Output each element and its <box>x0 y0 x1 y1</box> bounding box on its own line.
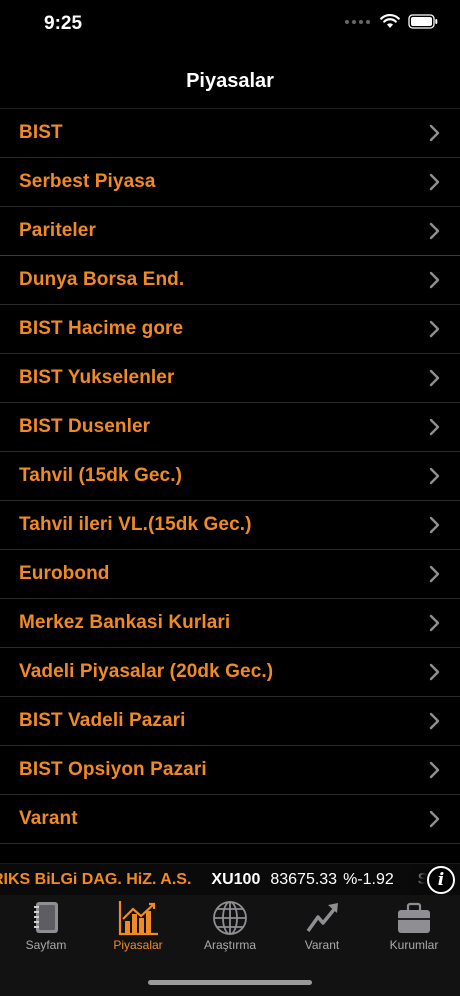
menu-item-label: Tahvil (15dk Gec.) <box>19 465 183 486</box>
menu-item-label: BIST Opsiyon Pazari <box>19 759 207 780</box>
chevron-right-icon <box>429 565 440 583</box>
menu-item-bist[interactable]: BIST <box>0 109 460 158</box>
menu-item-bist-dusenler[interactable]: BIST Dusenler <box>0 403 460 452</box>
tab-varant[interactable]: Varant <box>276 899 368 959</box>
menu-item-label: Tahvil ileri VL.(15dk Gec.) <box>19 514 252 535</box>
menu-item-bist-vadeli-pazari[interactable]: BIST Vadeli Pazari <box>0 697 460 746</box>
chevron-right-icon <box>429 369 440 387</box>
chevron-right-icon <box>429 614 440 632</box>
info-icon[interactable]: i <box>427 866 455 894</box>
menu-item-vadeli-piyasalar[interactable]: Vadeli Piyasalar (20dk Gec.) <box>0 648 460 697</box>
markets-menu-list: BIST Serbest Piyasa Pariteler Dunya Bors… <box>0 108 460 844</box>
tab-arastirma[interactable]: Araştırma <box>184 899 276 959</box>
notebook-icon <box>34 902 58 933</box>
chevron-right-icon <box>429 516 440 534</box>
menu-item-merkez-bankasi[interactable]: Merkez Bankasi Kurlari <box>0 599 460 648</box>
tab-label: Araştırma <box>203 938 256 952</box>
chevron-right-icon <box>429 712 440 730</box>
chevron-right-icon <box>429 663 440 681</box>
status-bar: 9:25 <box>0 0 460 50</box>
menu-item-bist-opsiyon-pazari[interactable]: BIST Opsiyon Pazari <box>0 746 460 795</box>
menu-item-label: Merkez Bankasi Kurlari <box>19 612 231 633</box>
menu-item-label: BIST Dusenler <box>19 416 151 437</box>
chevron-right-icon <box>429 761 440 779</box>
chevron-right-icon <box>429 271 440 289</box>
ticker-change: %-1.92 <box>343 870 394 888</box>
status-icons <box>345 14 438 29</box>
menu-item-label: Vadeli Piyasalar (20dk Gec.) <box>19 661 274 682</box>
globe-icon <box>213 901 247 935</box>
market-ticker[interactable]: RIKS BiLGi DAG. HiZ. A.S. XU100 83675.33… <box>0 863 460 895</box>
menu-item-tahvil[interactable]: Tahvil (15dk Gec.) <box>0 452 460 501</box>
home-indicator[interactable] <box>148 980 312 985</box>
chevron-right-icon <box>429 810 440 828</box>
wifi-icon <box>380 14 400 28</box>
menu-item-label: Varant <box>19 808 78 829</box>
menu-item-bist-hacime-gore[interactable]: BIST Hacime gore <box>0 305 460 354</box>
menu-item-label: BIST <box>19 122 63 143</box>
menu-item-label: BIST Yukselenler <box>19 367 175 388</box>
status-time: 9:25 <box>44 13 83 34</box>
menu-item-tahvil-ileri[interactable]: Tahvil ileri VL.(15dk Gec.) <box>0 501 460 550</box>
tab-sayfam[interactable]: Sayfam <box>0 899 92 959</box>
menu-item-bist-yukselenler[interactable]: BIST Yukselenler <box>0 354 460 403</box>
cellular-signal-icon <box>345 19 370 24</box>
tab-kurumlar[interactable]: Kurumlar <box>368 899 460 959</box>
menu-item-varant[interactable]: Varant <box>0 795 460 844</box>
ticker-track: RIKS BiLGi DAG. HiZ. A.S. XU100 83675.33… <box>0 871 428 889</box>
menu-item-label: Pariteler <box>19 220 96 241</box>
tab-label: Piyasalar <box>113 938 163 952</box>
menu-item-label: Serbest Piyasa <box>19 171 156 192</box>
chevron-right-icon <box>429 320 440 338</box>
briefcase-icon <box>398 902 430 933</box>
trend-arrow-icon <box>306 903 338 933</box>
tab-label: Kurumlar <box>389 938 439 952</box>
chevron-right-icon <box>429 173 440 191</box>
chevron-right-icon <box>429 222 440 240</box>
bar-chart-icon <box>118 901 158 936</box>
chevron-right-icon <box>429 124 440 142</box>
page-title: Piyasalar <box>186 70 274 92</box>
tab-piyasalar[interactable]: Piyasalar <box>92 899 184 959</box>
menu-item-eurobond[interactable]: Eurobond <box>0 550 460 599</box>
menu-item-label: Eurobond <box>19 563 110 584</box>
tab-label: Varant <box>304 938 340 952</box>
ticker-company: RIKS BiLGi DAG. HiZ. A.S. <box>0 870 192 888</box>
menu-item-label: BIST Hacime gore <box>19 318 184 339</box>
ticker-value: 83675.33 <box>270 870 338 888</box>
chevron-right-icon <box>429 418 440 436</box>
menu-item-label: BIST Vadeli Pazari <box>19 710 186 731</box>
battery-icon <box>408 14 438 29</box>
menu-item-serbest-piyasa[interactable]: Serbest Piyasa <box>0 158 460 207</box>
menu-item-pariteler[interactable]: Pariteler <box>0 207 460 256</box>
menu-item-dunya-borsa[interactable]: Dunya Borsa End. <box>0 256 460 305</box>
tab-label: Sayfam <box>25 938 67 952</box>
ticker-symbol: XU100 <box>211 870 261 888</box>
menu-item-label: Dunya Borsa End. <box>19 269 185 290</box>
chevron-right-icon <box>429 467 440 485</box>
